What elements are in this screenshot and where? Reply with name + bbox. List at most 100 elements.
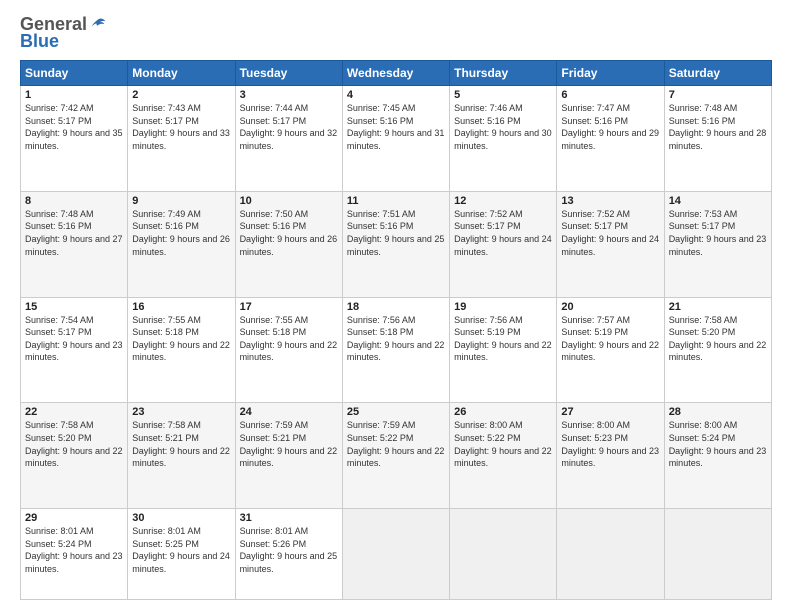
table-row: [557, 509, 664, 600]
table-row: 12Sunrise: 7:52 AM Sunset: 5:17 PM Dayli…: [450, 191, 557, 297]
day-info: Sunrise: 7:45 AM Sunset: 5:16 PM Dayligh…: [347, 102, 445, 152]
table-row: 28Sunrise: 8:00 AM Sunset: 5:24 PM Dayli…: [664, 403, 771, 509]
day-number: 1: [25, 89, 123, 101]
calendar-header-row: SundayMondayTuesdayWednesdayThursdayFrid…: [21, 61, 772, 86]
day-number: 25: [347, 406, 445, 418]
day-number: 22: [25, 406, 123, 418]
day-number: 19: [454, 301, 552, 313]
day-info: Sunrise: 8:01 AM Sunset: 5:25 PM Dayligh…: [132, 525, 230, 575]
table-row: 23Sunrise: 7:58 AM Sunset: 5:21 PM Dayli…: [128, 403, 235, 509]
page: General Blue SundayMondayTuesdayWednesda…: [0, 0, 792, 612]
day-info: Sunrise: 7:54 AM Sunset: 5:17 PM Dayligh…: [25, 314, 123, 364]
day-info: Sunrise: 7:47 AM Sunset: 5:16 PM Dayligh…: [561, 102, 659, 152]
day-number: 4: [347, 89, 445, 101]
table-row: 14Sunrise: 7:53 AM Sunset: 5:17 PM Dayli…: [664, 191, 771, 297]
calendar-header-thursday: Thursday: [450, 61, 557, 86]
table-row: 1Sunrise: 7:42 AM Sunset: 5:17 PM Daylig…: [21, 86, 128, 192]
day-info: Sunrise: 7:59 AM Sunset: 5:21 PM Dayligh…: [240, 419, 338, 469]
day-number: 13: [561, 195, 659, 207]
day-info: Sunrise: 7:56 AM Sunset: 5:18 PM Dayligh…: [347, 314, 445, 364]
day-info: Sunrise: 7:44 AM Sunset: 5:17 PM Dayligh…: [240, 102, 338, 152]
calendar-header-sunday: Sunday: [21, 61, 128, 86]
table-row: 19Sunrise: 7:56 AM Sunset: 5:19 PM Dayli…: [450, 297, 557, 403]
day-number: 28: [669, 406, 767, 418]
table-row: 3Sunrise: 7:44 AM Sunset: 5:17 PM Daylig…: [235, 86, 342, 192]
calendar-week-row: 1Sunrise: 7:42 AM Sunset: 5:17 PM Daylig…: [21, 86, 772, 192]
table-row: 8Sunrise: 7:48 AM Sunset: 5:16 PM Daylig…: [21, 191, 128, 297]
table-row: 17Sunrise: 7:55 AM Sunset: 5:18 PM Dayli…: [235, 297, 342, 403]
table-row: 18Sunrise: 7:56 AM Sunset: 5:18 PM Dayli…: [342, 297, 449, 403]
day-number: 5: [454, 89, 552, 101]
day-info: Sunrise: 7:58 AM Sunset: 5:20 PM Dayligh…: [25, 419, 123, 469]
calendar-table: SundayMondayTuesdayWednesdayThursdayFrid…: [20, 60, 772, 600]
day-info: Sunrise: 8:01 AM Sunset: 5:24 PM Dayligh…: [25, 525, 123, 575]
day-info: Sunrise: 8:00 AM Sunset: 5:23 PM Dayligh…: [561, 419, 659, 469]
table-row: 2Sunrise: 7:43 AM Sunset: 5:17 PM Daylig…: [128, 86, 235, 192]
calendar-header-friday: Friday: [557, 61, 664, 86]
calendar-week-row: 15Sunrise: 7:54 AM Sunset: 5:17 PM Dayli…: [21, 297, 772, 403]
day-number: 11: [347, 195, 445, 207]
day-info: Sunrise: 7:52 AM Sunset: 5:17 PM Dayligh…: [454, 208, 552, 258]
day-number: 20: [561, 301, 659, 313]
day-info: Sunrise: 7:55 AM Sunset: 5:18 PM Dayligh…: [240, 314, 338, 364]
calendar-week-row: 29Sunrise: 8:01 AM Sunset: 5:24 PM Dayli…: [21, 509, 772, 600]
table-row: 20Sunrise: 7:57 AM Sunset: 5:19 PM Dayli…: [557, 297, 664, 403]
day-number: 18: [347, 301, 445, 313]
day-info: Sunrise: 7:58 AM Sunset: 5:20 PM Dayligh…: [669, 314, 767, 364]
day-info: Sunrise: 8:00 AM Sunset: 5:24 PM Dayligh…: [669, 419, 767, 469]
table-row: 4Sunrise: 7:45 AM Sunset: 5:16 PM Daylig…: [342, 86, 449, 192]
day-number: 8: [25, 195, 123, 207]
calendar-header-monday: Monday: [128, 61, 235, 86]
day-info: Sunrise: 8:00 AM Sunset: 5:22 PM Dayligh…: [454, 419, 552, 469]
calendar-week-row: 22Sunrise: 7:58 AM Sunset: 5:20 PM Dayli…: [21, 403, 772, 509]
table-row: 21Sunrise: 7:58 AM Sunset: 5:20 PM Dayli…: [664, 297, 771, 403]
day-info: Sunrise: 7:43 AM Sunset: 5:17 PM Dayligh…: [132, 102, 230, 152]
table-row: 10Sunrise: 7:50 AM Sunset: 5:16 PM Dayli…: [235, 191, 342, 297]
table-row: [450, 509, 557, 600]
logo: General Blue: [20, 16, 107, 52]
table-row: 30Sunrise: 8:01 AM Sunset: 5:25 PM Dayli…: [128, 509, 235, 600]
table-row: 15Sunrise: 7:54 AM Sunset: 5:17 PM Dayli…: [21, 297, 128, 403]
day-number: 14: [669, 195, 767, 207]
table-row: 27Sunrise: 8:00 AM Sunset: 5:23 PM Dayli…: [557, 403, 664, 509]
day-number: 21: [669, 301, 767, 313]
day-number: 23: [132, 406, 230, 418]
day-info: Sunrise: 7:59 AM Sunset: 5:22 PM Dayligh…: [347, 419, 445, 469]
day-info: Sunrise: 7:56 AM Sunset: 5:19 PM Dayligh…: [454, 314, 552, 364]
table-row: 22Sunrise: 7:58 AM Sunset: 5:20 PM Dayli…: [21, 403, 128, 509]
table-row: 25Sunrise: 7:59 AM Sunset: 5:22 PM Dayli…: [342, 403, 449, 509]
table-row: 31Sunrise: 8:01 AM Sunset: 5:26 PM Dayli…: [235, 509, 342, 600]
day-number: 30: [132, 512, 230, 524]
day-number: 10: [240, 195, 338, 207]
day-number: 17: [240, 301, 338, 313]
day-number: 15: [25, 301, 123, 313]
table-row: 24Sunrise: 7:59 AM Sunset: 5:21 PM Dayli…: [235, 403, 342, 509]
day-info: Sunrise: 7:42 AM Sunset: 5:17 PM Dayligh…: [25, 102, 123, 152]
day-info: Sunrise: 7:46 AM Sunset: 5:16 PM Dayligh…: [454, 102, 552, 152]
day-info: Sunrise: 7:55 AM Sunset: 5:18 PM Dayligh…: [132, 314, 230, 364]
table-row: 26Sunrise: 8:00 AM Sunset: 5:22 PM Dayli…: [450, 403, 557, 509]
header: General Blue: [20, 16, 772, 52]
day-number: 16: [132, 301, 230, 313]
day-info: Sunrise: 7:48 AM Sunset: 5:16 PM Dayligh…: [25, 208, 123, 258]
table-row: 6Sunrise: 7:47 AM Sunset: 5:16 PM Daylig…: [557, 86, 664, 192]
day-number: 2: [132, 89, 230, 101]
table-row: 5Sunrise: 7:46 AM Sunset: 5:16 PM Daylig…: [450, 86, 557, 192]
table-row: 13Sunrise: 7:52 AM Sunset: 5:17 PM Dayli…: [557, 191, 664, 297]
logo-bird-icon: [89, 16, 107, 34]
day-number: 31: [240, 512, 338, 524]
day-number: 26: [454, 406, 552, 418]
day-number: 24: [240, 406, 338, 418]
day-info: Sunrise: 7:49 AM Sunset: 5:16 PM Dayligh…: [132, 208, 230, 258]
day-info: Sunrise: 7:52 AM Sunset: 5:17 PM Dayligh…: [561, 208, 659, 258]
table-row: 7Sunrise: 7:48 AM Sunset: 5:16 PM Daylig…: [664, 86, 771, 192]
day-info: Sunrise: 7:58 AM Sunset: 5:21 PM Dayligh…: [132, 419, 230, 469]
table-row: 16Sunrise: 7:55 AM Sunset: 5:18 PM Dayli…: [128, 297, 235, 403]
calendar-header-saturday: Saturday: [664, 61, 771, 86]
day-info: Sunrise: 7:48 AM Sunset: 5:16 PM Dayligh…: [669, 102, 767, 152]
day-number: 9: [132, 195, 230, 207]
table-row: [664, 509, 771, 600]
calendar-week-row: 8Sunrise: 7:48 AM Sunset: 5:16 PM Daylig…: [21, 191, 772, 297]
table-row: [342, 509, 449, 600]
day-info: Sunrise: 7:50 AM Sunset: 5:16 PM Dayligh…: [240, 208, 338, 258]
